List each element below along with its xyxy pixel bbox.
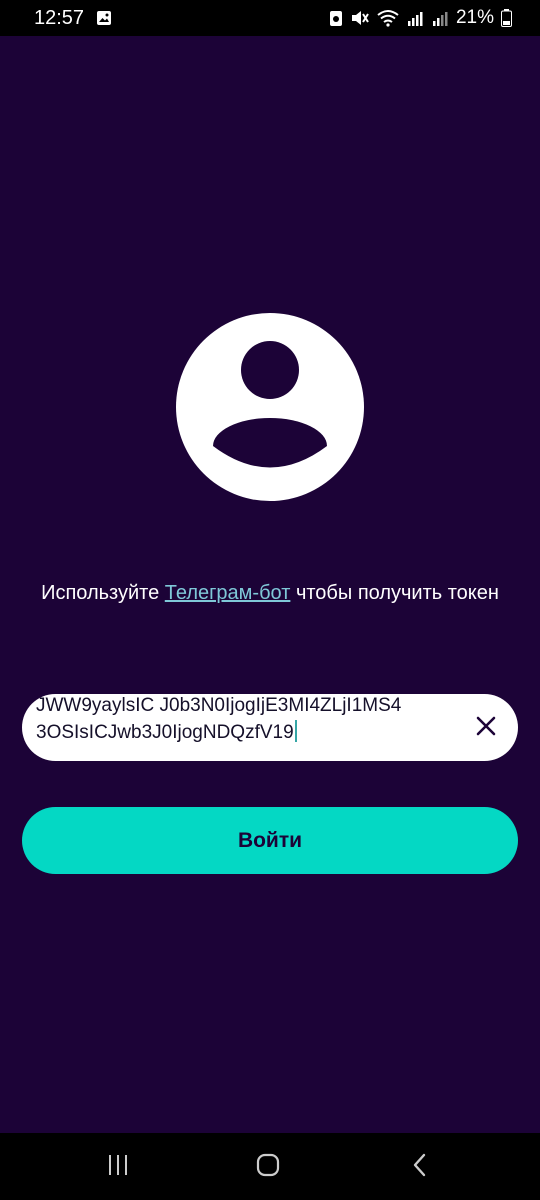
photo-capture-icon [329, 9, 343, 27]
close-icon [475, 715, 497, 742]
recent-apps-button[interactable] [98, 1153, 138, 1181]
login-button[interactable]: Войти [22, 807, 518, 874]
status-bar: 12:57 21% [0, 0, 540, 36]
signal-r-icon [406, 9, 424, 27]
instruction-text: Используйте Телеграм-бот чтобы получить … [20, 580, 520, 607]
token-line-1: JWW9yaylsIC J0b3N0IjogIjE3MI4ZLjI1MS4 [36, 695, 402, 716]
home-button[interactable] [248, 1153, 288, 1181]
instruction-before: Используйте [41, 582, 165, 604]
battery-icon [501, 9, 512, 27]
home-icon [255, 1152, 281, 1183]
system-nav-bar [0, 1133, 540, 1200]
status-time: 12:57 [34, 6, 85, 29]
text-caret [294, 720, 297, 742]
token-input[interactable]: JWW9yaylsIC J0b3N0IjogIjE3MI4ZLjI1MS4 3O… [22, 694, 518, 761]
token-line-2: 3OSIsICJwb3J0IjogNDQzfV19 [36, 722, 294, 743]
token-input-value[interactable]: JWW9yaylsIC J0b3N0IjogIjE3MI4ZLjI1MS4 3O… [36, 694, 466, 746]
avatar-icon [176, 313, 364, 501]
telegram-bot-link[interactable]: Телеграм-бот [165, 582, 291, 604]
mute-icon [350, 9, 370, 27]
back-button[interactable] [400, 1153, 440, 1181]
clear-button[interactable] [470, 712, 502, 744]
wifi-icon [377, 9, 399, 27]
instruction-after: чтобы получить токен [290, 582, 499, 604]
signal-icon [431, 9, 449, 27]
image-icon [96, 10, 112, 26]
back-icon [410, 1152, 430, 1183]
battery-percent: 21% [455, 7, 494, 28]
recent-apps-icon [106, 1153, 130, 1182]
